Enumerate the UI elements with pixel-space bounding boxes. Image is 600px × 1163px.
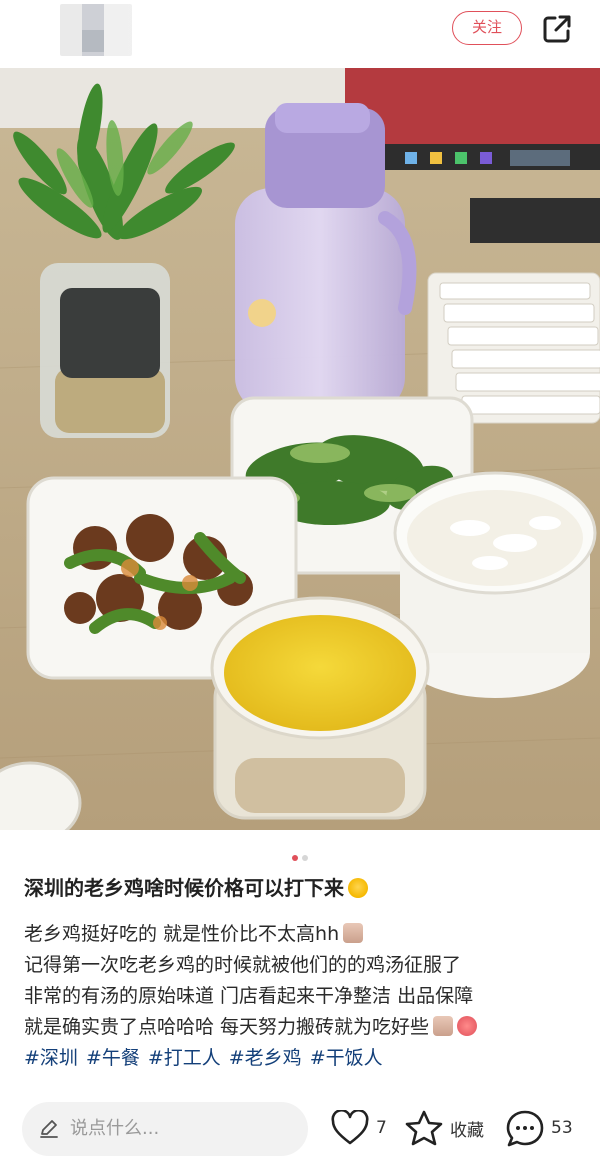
heart-icon xyxy=(331,1110,369,1145)
image-pager xyxy=(0,846,600,861)
post-body-line-text: 老乡鸡挺好吃的 就是性价比不太高hh xyxy=(24,923,340,945)
follow-button[interactable]: 关注 xyxy=(452,11,522,45)
face-sticker-emoji-icon xyxy=(433,1016,454,1036)
like-button[interactable]: 7 xyxy=(330,1110,387,1146)
share-icon[interactable] xyxy=(540,12,574,46)
face-sticker-emoji-icon xyxy=(343,923,364,943)
comment-icon xyxy=(506,1110,544,1147)
top-bar: 关注 xyxy=(0,0,600,60)
lunch-photo-illustration xyxy=(0,68,600,830)
post-body-line: 记得第一次吃老乡鸡的时候就被他们的的鸡汤征服了 xyxy=(24,954,462,976)
grinning-sweat-emoji-icon xyxy=(348,878,368,898)
post-title-text: 深圳的老乡鸡啥时候价格可以打下来 xyxy=(24,876,344,900)
hashtag[interactable]: #深圳 xyxy=(24,1047,78,1069)
hashtag-list: #深圳 #午餐 #打工人 #老乡鸡 #干饭人 xyxy=(24,1043,584,1074)
post-body-line: 非常的有汤的原始味道 门店看起来干净整洁 出品保障 xyxy=(24,985,474,1007)
pager-dot-active[interactable] xyxy=(292,855,298,861)
post-body-line: 就是确实贵了点哈哈哈 每天努力搬砖就为吃好些 xyxy=(24,1012,584,1043)
comment-input[interactable]: 说点什么... xyxy=(22,1102,308,1156)
hashtag[interactable]: #老乡鸡 xyxy=(229,1047,302,1069)
hashtag[interactable]: #打工人 xyxy=(148,1047,221,1069)
comment-count: 53 xyxy=(551,1118,573,1138)
hashtag[interactable]: #午餐 xyxy=(86,1047,140,1069)
post-body-line: 老乡鸡挺好吃的 就是性价比不太高hh xyxy=(24,919,584,950)
pencil-icon xyxy=(40,1120,58,1138)
collect-button[interactable]: 收藏 xyxy=(404,1110,484,1146)
author-avatar-blurred[interactable] xyxy=(60,4,132,56)
post-photo[interactable] xyxy=(0,68,600,830)
comment-placeholder: 说点什么... xyxy=(70,1118,160,1139)
like-count: 7 xyxy=(376,1118,387,1138)
collect-label: 收藏 xyxy=(450,1120,484,1141)
star-icon xyxy=(405,1110,443,1146)
pager-dot[interactable] xyxy=(302,855,308,861)
post-body: 老乡鸡挺好吃的 就是性价比不太高hh 记得第一次吃老乡鸡的时候就被他们的的鸡汤征… xyxy=(24,919,584,1074)
post-body-line-text: 就是确实贵了点哈哈哈 每天努力搬砖就为吃好些 xyxy=(24,1016,430,1038)
comment-button[interactable]: 53 xyxy=(505,1110,573,1147)
hashtag[interactable]: #干饭人 xyxy=(310,1047,383,1069)
post-title: 深圳的老乡鸡啥时候价格可以打下来 xyxy=(24,873,584,903)
heart-face-emoji-icon xyxy=(457,1016,478,1036)
bottom-action-bar: 说点什么... 7 收藏 53 xyxy=(0,1090,600,1163)
